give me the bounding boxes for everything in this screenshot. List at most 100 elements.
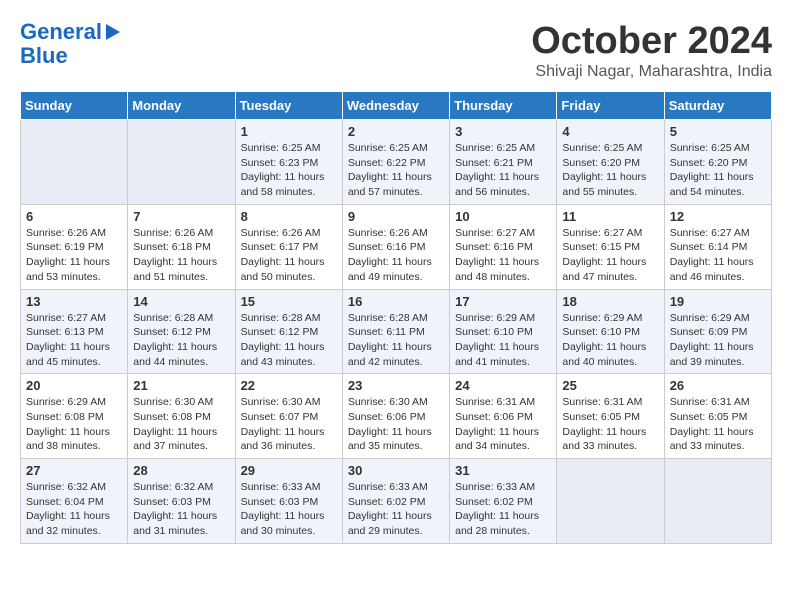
day-info: Sunrise: 6:27 AM Sunset: 6:16 PM Dayligh…	[455, 226, 551, 285]
day-info: Sunrise: 6:27 AM Sunset: 6:13 PM Dayligh…	[26, 311, 122, 370]
day-info: Sunrise: 6:27 AM Sunset: 6:14 PM Dayligh…	[670, 226, 766, 285]
day-number: 8	[241, 209, 337, 224]
day-info: Sunrise: 6:29 AM Sunset: 6:10 PM Dayligh…	[562, 311, 658, 370]
calendar-table: SundayMondayTuesdayWednesdayThursdayFrid…	[20, 91, 772, 544]
calendar-week-row: 1Sunrise: 6:25 AM Sunset: 6:23 PM Daylig…	[21, 120, 772, 205]
calendar-header-row: SundayMondayTuesdayWednesdayThursdayFrid…	[21, 92, 772, 120]
calendar-cell: 20Sunrise: 6:29 AM Sunset: 6:08 PM Dayli…	[21, 374, 128, 459]
title-section: October 2024 Shivaji Nagar, Maharashtra,…	[531, 20, 772, 81]
day-number: 9	[348, 209, 444, 224]
day-of-week-header: Tuesday	[235, 92, 342, 120]
day-info: Sunrise: 6:31 AM Sunset: 6:05 PM Dayligh…	[562, 395, 658, 454]
day-number: 27	[26, 463, 122, 478]
calendar-cell	[557, 459, 664, 544]
day-of-week-header: Wednesday	[342, 92, 449, 120]
day-info: Sunrise: 6:27 AM Sunset: 6:15 PM Dayligh…	[562, 226, 658, 285]
day-number: 18	[562, 294, 658, 309]
calendar-cell: 5Sunrise: 6:25 AM Sunset: 6:20 PM Daylig…	[664, 120, 771, 205]
day-info: Sunrise: 6:29 AM Sunset: 6:08 PM Dayligh…	[26, 395, 122, 454]
day-of-week-header: Thursday	[450, 92, 557, 120]
calendar-cell: 25 Sunrise: 6:31 AM Sunset: 6:05 PM Dayli…	[557, 374, 664, 459]
day-info: Sunrise: 6:33 AM Sunset: 6:03 PM Dayligh…	[241, 480, 337, 539]
calendar-body: 1Sunrise: 6:25 AM Sunset: 6:23 PM Daylig…	[21, 120, 772, 544]
day-number: 14	[133, 294, 229, 309]
day-number: 11	[562, 209, 658, 224]
day-number: 3	[455, 124, 551, 139]
day-number: 6	[26, 209, 122, 224]
day-info: Sunrise: 6:31 AM Sunset: 6:06 PM Dayligh…	[455, 395, 551, 454]
day-of-week-header: Friday	[557, 92, 664, 120]
day-info: Sunrise: 6:29 AM Sunset: 6:10 PM Dayligh…	[455, 311, 551, 370]
page-header: General Blue October 2024 Shivaji Nagar,…	[20, 20, 772, 81]
day-number: 25	[562, 378, 658, 393]
calendar-cell: 19 Sunrise: 6:29 AM Sunset: 6:09 PM Dayli…	[664, 289, 771, 374]
day-info: Sunrise: 6:30 AM Sunset: 6:06 PM Dayligh…	[348, 395, 444, 454]
day-info: Sunrise: 6:29 AM Sunset: 6:09 PM Dayligh…	[670, 311, 766, 370]
day-number: 16	[348, 294, 444, 309]
day-number: 24	[455, 378, 551, 393]
day-number: 12	[670, 209, 766, 224]
day-info: Sunrise: 6:28 AM Sunset: 6:12 PM Dayligh…	[241, 311, 337, 370]
calendar-cell: 14 Sunrise: 6:28 AM Sunset: 6:12 PM Dayli…	[128, 289, 235, 374]
calendar-cell: 4 Sunrise: 6:25 AM Sunset: 6:20 PM Daylig…	[557, 120, 664, 205]
day-of-week-header: Monday	[128, 92, 235, 120]
calendar-cell: 28Sunrise: 6:32 AM Sunset: 6:03 PM Dayli…	[128, 459, 235, 544]
calendar-cell: 3 Sunrise: 6:25 AM Sunset: 6:21 PM Daylig…	[450, 120, 557, 205]
calendar-cell: 30 Sunrise: 6:33 AM Sunset: 6:02 PM Dayli…	[342, 459, 449, 544]
day-number: 1	[241, 124, 337, 139]
day-info: Sunrise: 6:30 AM Sunset: 6:07 PM Dayligh…	[241, 395, 337, 454]
calendar-cell	[664, 459, 771, 544]
day-number: 10	[455, 209, 551, 224]
day-number: 29	[241, 463, 337, 478]
calendar-cell: 18 Sunrise: 6:29 AM Sunset: 6:10 PM Dayli…	[557, 289, 664, 374]
calendar-cell: 22 Sunrise: 6:30 AM Sunset: 6:07 PM Dayli…	[235, 374, 342, 459]
day-info: Sunrise: 6:26 AM Sunset: 6:17 PM Dayligh…	[241, 226, 337, 285]
day-number: 19	[670, 294, 766, 309]
logo-arrow-icon	[106, 24, 120, 40]
calendar-cell: 8 Sunrise: 6:26 AM Sunset: 6:17 PM Daylig…	[235, 204, 342, 289]
day-number: 31	[455, 463, 551, 478]
calendar-cell: 29 Sunrise: 6:33 AM Sunset: 6:03 PM Dayli…	[235, 459, 342, 544]
calendar-cell: 1Sunrise: 6:25 AM Sunset: 6:23 PM Daylig…	[235, 120, 342, 205]
calendar-cell: 27Sunrise: 6:32 AM Sunset: 6:04 PM Dayli…	[21, 459, 128, 544]
calendar-cell: 10 Sunrise: 6:27 AM Sunset: 6:16 PM Dayli…	[450, 204, 557, 289]
month-title: October 2024	[531, 20, 772, 63]
logo: General Blue	[20, 20, 120, 68]
day-of-week-header: Saturday	[664, 92, 771, 120]
calendar-cell: 15 Sunrise: 6:28 AM Sunset: 6:12 PM Dayli…	[235, 289, 342, 374]
calendar-cell: 21 Sunrise: 6:30 AM Sunset: 6:08 PM Dayli…	[128, 374, 235, 459]
day-of-week-header: Sunday	[21, 92, 128, 120]
calendar-cell: 13Sunrise: 6:27 AM Sunset: 6:13 PM Dayli…	[21, 289, 128, 374]
calendar-week-row: 13Sunrise: 6:27 AM Sunset: 6:13 PM Dayli…	[21, 289, 772, 374]
day-number: 4	[562, 124, 658, 139]
day-info: Sunrise: 6:25 AM Sunset: 6:21 PM Dayligh…	[455, 141, 551, 200]
day-number: 7	[133, 209, 229, 224]
day-number: 15	[241, 294, 337, 309]
day-info: Sunrise: 6:25 AM Sunset: 6:20 PM Dayligh…	[670, 141, 766, 200]
calendar-week-row: 20Sunrise: 6:29 AM Sunset: 6:08 PM Dayli…	[21, 374, 772, 459]
logo-text: General	[20, 20, 102, 44]
day-info: Sunrise: 6:30 AM Sunset: 6:08 PM Dayligh…	[133, 395, 229, 454]
day-info: Sunrise: 6:26 AM Sunset: 6:16 PM Dayligh…	[348, 226, 444, 285]
day-number: 21	[133, 378, 229, 393]
calendar-cell: 24 Sunrise: 6:31 AM Sunset: 6:06 PM Dayli…	[450, 374, 557, 459]
location-title: Shivaji Nagar, Maharashtra, India	[531, 63, 772, 81]
calendar-cell: 6 Sunrise: 6:26 AM Sunset: 6:19 PM Daylig…	[21, 204, 128, 289]
calendar-cell: 11 Sunrise: 6:27 AM Sunset: 6:15 PM Dayli…	[557, 204, 664, 289]
calendar-cell: 9 Sunrise: 6:26 AM Sunset: 6:16 PM Daylig…	[342, 204, 449, 289]
day-number: 26	[670, 378, 766, 393]
day-info: Sunrise: 6:25 AM Sunset: 6:22 PM Dayligh…	[348, 141, 444, 200]
calendar-cell: 31Sunrise: 6:33 AM Sunset: 6:02 PM Dayli…	[450, 459, 557, 544]
day-number: 22	[241, 378, 337, 393]
day-info: Sunrise: 6:28 AM Sunset: 6:12 PM Dayligh…	[133, 311, 229, 370]
day-info: Sunrise: 6:26 AM Sunset: 6:19 PM Dayligh…	[26, 226, 122, 285]
day-number: 30	[348, 463, 444, 478]
day-info: Sunrise: 6:25 AM Sunset: 6:20 PM Dayligh…	[562, 141, 658, 200]
calendar-week-row: 6 Sunrise: 6:26 AM Sunset: 6:19 PM Daylig…	[21, 204, 772, 289]
calendar-week-row: 27Sunrise: 6:32 AM Sunset: 6:04 PM Dayli…	[21, 459, 772, 544]
calendar-cell	[128, 120, 235, 205]
day-info: Sunrise: 6:33 AM Sunset: 6:02 PM Dayligh…	[348, 480, 444, 539]
day-number: 23	[348, 378, 444, 393]
calendar-cell: 26Sunrise: 6:31 AM Sunset: 6:05 PM Dayli…	[664, 374, 771, 459]
day-info: Sunrise: 6:32 AM Sunset: 6:03 PM Dayligh…	[133, 480, 229, 539]
